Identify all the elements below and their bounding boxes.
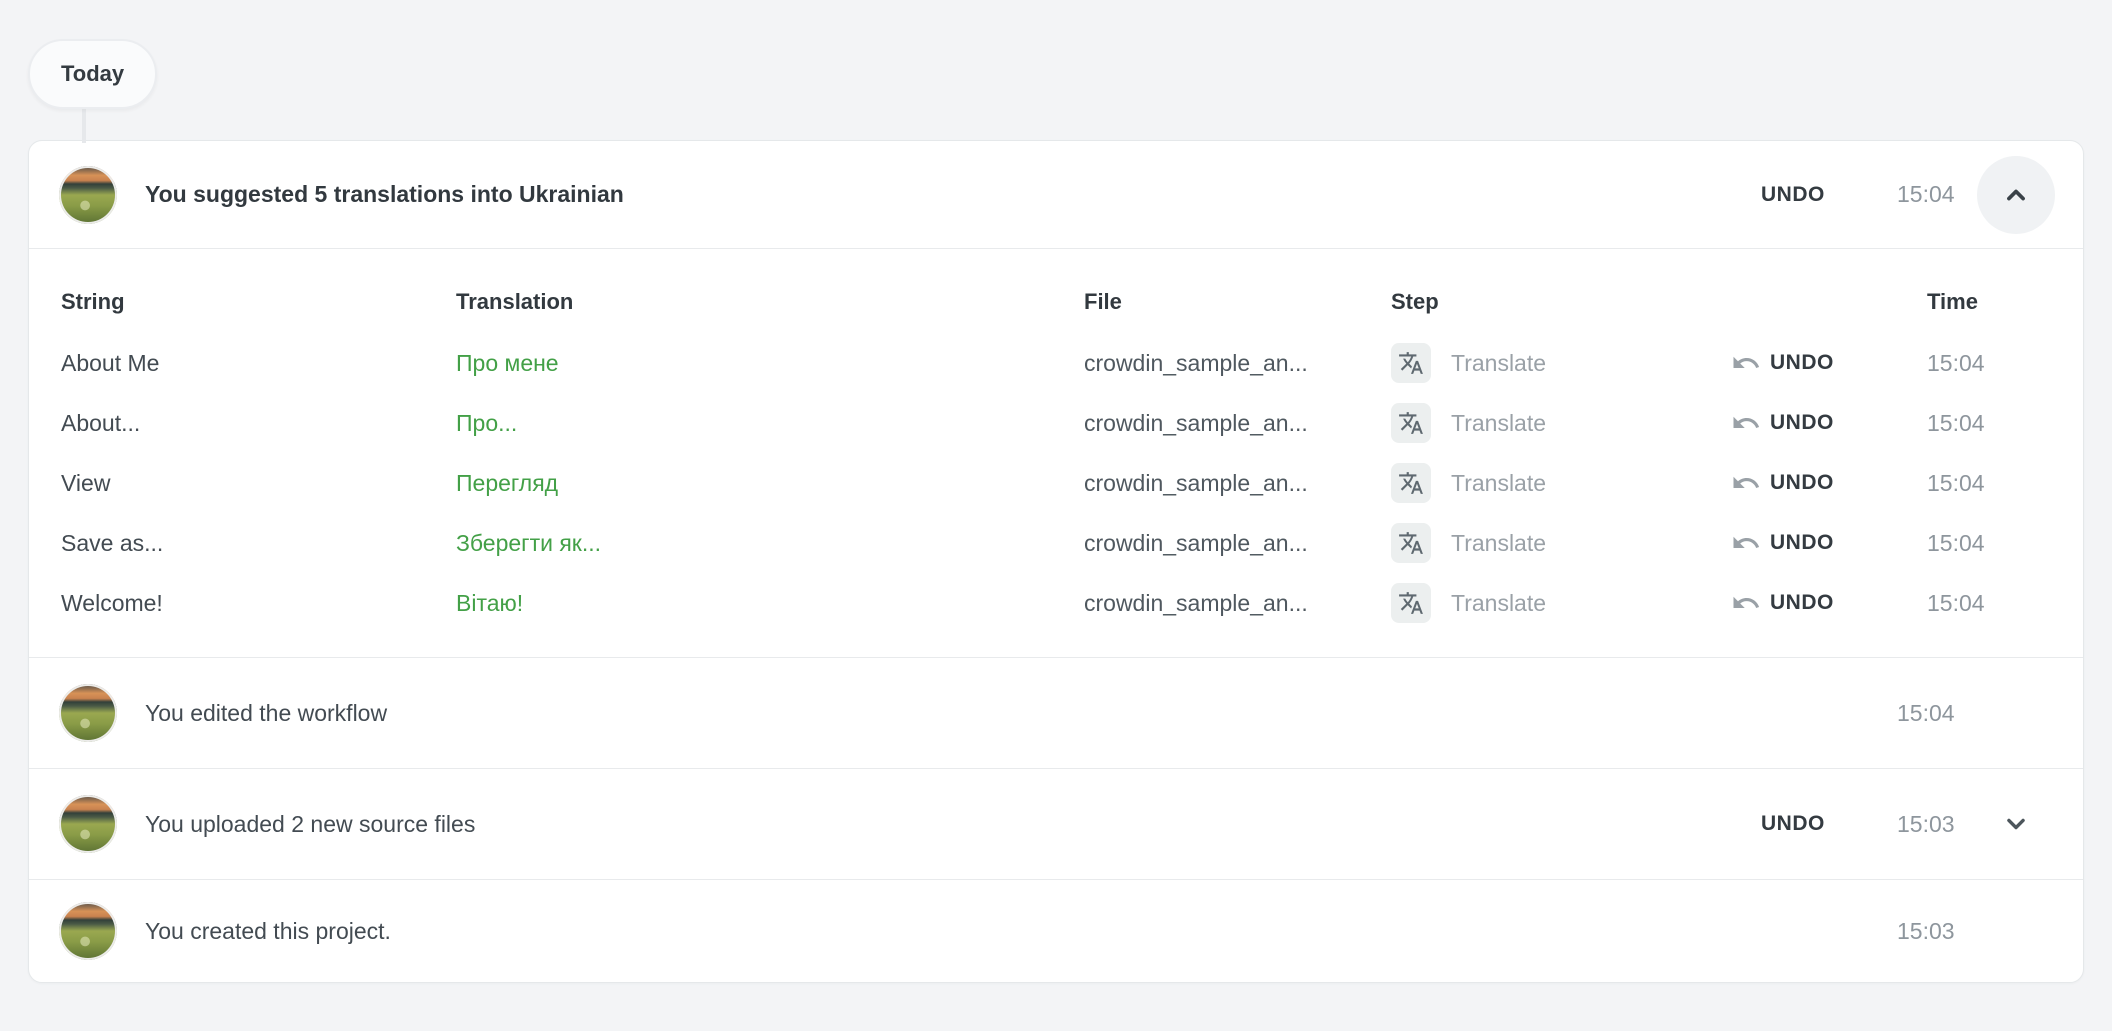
undo-icon bbox=[1731, 588, 1761, 618]
step-label: Translate bbox=[1451, 530, 1546, 557]
avatar bbox=[59, 166, 117, 224]
file-cell: crowdin_sample_an... bbox=[1084, 590, 1391, 617]
row-undo-button[interactable]: UNDO bbox=[1731, 408, 1899, 438]
activity-row-edited-workflow: You edited the workflow 15:04 bbox=[29, 658, 2083, 768]
row-actions: 15:04 bbox=[1761, 700, 2055, 727]
undo-icon bbox=[1731, 348, 1761, 378]
row-undo-button[interactable]: UNDO bbox=[1731, 348, 1899, 378]
activity-row-suggested-translations[interactable]: You suggested 5 translations into Ukrain… bbox=[29, 141, 2083, 248]
translate-step-icon-box bbox=[1391, 343, 1431, 383]
translation-details-table: String Translation File Step Time About … bbox=[29, 249, 2083, 657]
collapse-button[interactable] bbox=[1977, 156, 2055, 234]
activity-row-uploaded-files[interactable]: You uploaded 2 new source files UNDO 15:… bbox=[29, 769, 2083, 879]
activity-time: 15:03 bbox=[1869, 811, 1977, 838]
undo-button[interactable]: UNDO bbox=[1761, 812, 1869, 836]
activity-row-created-project: You created this project. 15:03 bbox=[29, 880, 2083, 982]
undo-icon bbox=[1731, 468, 1761, 498]
string-cell: About Me bbox=[61, 350, 456, 377]
avatar bbox=[59, 795, 117, 853]
time-cell: 15:04 bbox=[1899, 470, 2053, 497]
string-cell: About... bbox=[61, 410, 456, 437]
translate-step-icon-box bbox=[1391, 403, 1431, 443]
table-row: Save as... Зберегти як... crowdin_sample… bbox=[29, 513, 2083, 573]
translate-icon bbox=[1398, 530, 1424, 556]
step-cell: Translate bbox=[1391, 523, 1731, 563]
translate-step-icon-box bbox=[1391, 583, 1431, 623]
translate-icon bbox=[1398, 350, 1424, 376]
file-cell: crowdin_sample_an... bbox=[1084, 530, 1391, 557]
column-header-time: Time bbox=[1899, 289, 2053, 315]
step-cell: Translate bbox=[1391, 463, 1731, 503]
string-cell: Save as... bbox=[61, 530, 456, 557]
row-actions: UNDO 15:04 bbox=[1761, 156, 2055, 234]
row-actions: UNDO 15:03 bbox=[1761, 807, 2055, 841]
time-cell: 15:04 bbox=[1899, 350, 2053, 377]
activity-time: 15:04 bbox=[1869, 181, 1977, 208]
time-cell: 15:04 bbox=[1899, 530, 2053, 557]
undo-label: UNDO bbox=[1770, 591, 1834, 615]
translation-cell: Про мене bbox=[456, 350, 1084, 377]
chevron-up-icon bbox=[1999, 178, 2033, 212]
activity-card: You suggested 5 translations into Ukrain… bbox=[28, 140, 2084, 983]
undo-label: UNDO bbox=[1770, 531, 1834, 555]
translate-icon bbox=[1398, 410, 1424, 436]
table-row: About Me Про мене crowdin_sample_an... T… bbox=[29, 333, 2083, 393]
activity-text: You edited the workflow bbox=[145, 700, 387, 727]
undo-icon bbox=[1731, 528, 1761, 558]
file-cell: crowdin_sample_an... bbox=[1084, 350, 1391, 377]
row-actions: 15:03 bbox=[1761, 918, 2055, 945]
column-header-translation: Translation bbox=[456, 289, 1084, 315]
undo-label: UNDO bbox=[1770, 411, 1834, 435]
step-cell: Translate bbox=[1391, 583, 1731, 623]
step-label: Translate bbox=[1451, 470, 1546, 497]
step-label: Translate bbox=[1451, 590, 1546, 617]
activity-text: You suggested 5 translations into Ukrain… bbox=[145, 181, 624, 208]
translate-step-icon-box bbox=[1391, 463, 1431, 503]
activity-time: 15:04 bbox=[1869, 700, 1977, 727]
undo-label: UNDO bbox=[1770, 351, 1834, 375]
time-cell: 15:04 bbox=[1899, 590, 2053, 617]
translate-step-icon-box bbox=[1391, 523, 1431, 563]
activity-page: Today You suggested 5 translations into … bbox=[0, 0, 2112, 1031]
column-header-step: Step bbox=[1391, 289, 1731, 315]
activity-text: You created this project. bbox=[145, 918, 391, 945]
translation-cell: Зберегти як... bbox=[456, 530, 1084, 557]
undo-label: UNDO bbox=[1770, 471, 1834, 495]
step-label: Translate bbox=[1451, 350, 1546, 377]
file-cell: crowdin_sample_an... bbox=[1084, 470, 1391, 497]
activity-text: You uploaded 2 new source files bbox=[145, 811, 475, 838]
chevron-down-icon[interactable] bbox=[1999, 807, 2033, 841]
step-label: Translate bbox=[1451, 410, 1546, 437]
row-undo-button[interactable]: UNDO bbox=[1731, 468, 1899, 498]
timeline-connector bbox=[82, 107, 86, 143]
translation-cell: Перегляд bbox=[456, 470, 1084, 497]
undo-icon bbox=[1731, 408, 1761, 438]
undo-button[interactable]: UNDO bbox=[1761, 183, 1869, 207]
row-undo-button[interactable]: UNDO bbox=[1731, 588, 1899, 618]
avatar bbox=[59, 902, 117, 960]
avatar bbox=[59, 684, 117, 742]
step-cell: Translate bbox=[1391, 343, 1731, 383]
table-row: Welcome! Вітаю! crowdin_sample_an... Tra… bbox=[29, 573, 2083, 633]
translation-cell: Про... bbox=[456, 410, 1084, 437]
activity-time: 15:03 bbox=[1869, 918, 1977, 945]
row-undo-button[interactable]: UNDO bbox=[1731, 528, 1899, 558]
time-cell: 15:04 bbox=[1899, 410, 2053, 437]
table-row: About... Про... crowdin_sample_an... Tra… bbox=[29, 393, 2083, 453]
column-header-file: File bbox=[1084, 289, 1391, 315]
translate-icon bbox=[1398, 590, 1424, 616]
date-badge-today: Today bbox=[28, 39, 157, 109]
column-header-string: String bbox=[61, 289, 456, 315]
translate-icon bbox=[1398, 470, 1424, 496]
translation-cell: Вітаю! bbox=[456, 590, 1084, 617]
string-cell: Welcome! bbox=[61, 590, 456, 617]
step-cell: Translate bbox=[1391, 403, 1731, 443]
table-row: View Перегляд crowdin_sample_an... Trans… bbox=[29, 453, 2083, 513]
file-cell: crowdin_sample_an... bbox=[1084, 410, 1391, 437]
string-cell: View bbox=[61, 470, 456, 497]
table-header-row: String Translation File Step Time bbox=[29, 271, 2083, 333]
